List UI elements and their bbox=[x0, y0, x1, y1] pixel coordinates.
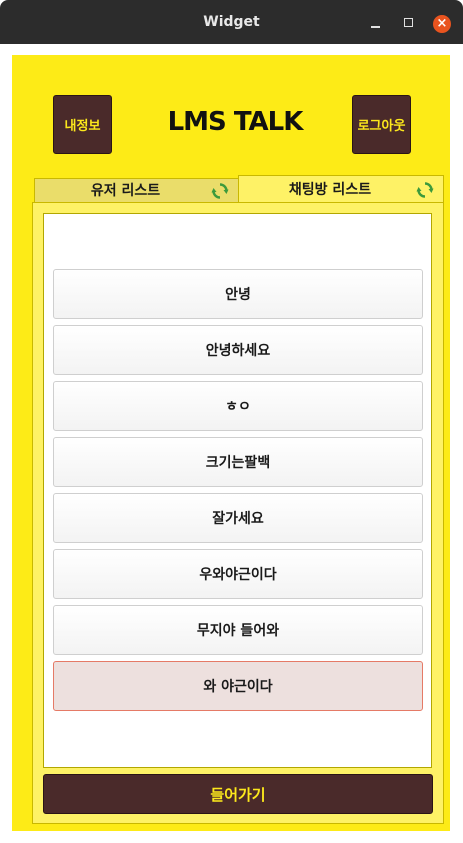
chatroom-item[interactable]: 안녕 bbox=[53, 269, 423, 319]
chatroom-item-selected[interactable]: 와 야근이다 bbox=[53, 661, 423, 711]
tab-user-list-label: 유저 리스트 bbox=[90, 183, 161, 199]
chatroom-item[interactable]: 무지야 들어와 bbox=[53, 605, 423, 655]
tab-chatroom-list-label: 채팅방 리스트 bbox=[288, 182, 372, 198]
refresh-icon[interactable] bbox=[416, 181, 434, 199]
chatroom-item[interactable]: 크기는팔백 bbox=[53, 437, 423, 487]
minimize-button[interactable] bbox=[367, 14, 385, 32]
logout-button[interactable]: 로그아웃 bbox=[352, 95, 411, 154]
chatroom-item[interactable]: ㅎㅇ bbox=[53, 381, 423, 431]
chatroom-item[interactable]: 잘가세요 bbox=[53, 493, 423, 543]
chatroom-item[interactable]: 우와야근이다 bbox=[53, 549, 423, 599]
close-button[interactable]: × bbox=[433, 15, 451, 33]
window-title: Widget bbox=[203, 14, 260, 30]
app-title: LMS TALK bbox=[167, 107, 304, 137]
tab-user-list[interactable]: 유저 리스트 bbox=[34, 178, 239, 203]
chatroom-item[interactable]: 안녕하세요 bbox=[53, 325, 423, 375]
refresh-icon[interactable] bbox=[211, 182, 229, 200]
my-info-button[interactable]: 내정보 bbox=[53, 95, 112, 154]
window-titlebar: Widget × bbox=[0, 0, 463, 44]
maximize-button[interactable] bbox=[400, 14, 418, 32]
enter-room-button[interactable]: 들어가기 bbox=[43, 774, 433, 814]
tab-chatroom-list[interactable]: 채팅방 리스트 bbox=[238, 175, 444, 204]
